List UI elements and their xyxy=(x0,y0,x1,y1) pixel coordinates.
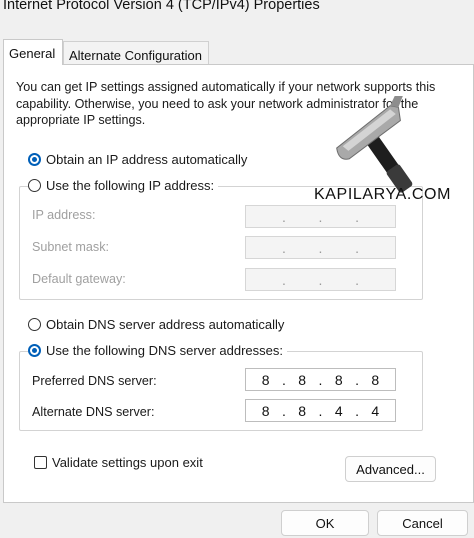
obtain-ip-auto-option[interactable]: Obtain an IP address automatically xyxy=(28,152,252,167)
default-gateway-field[interactable]: ... xyxy=(245,268,396,291)
subnet-mask-label: Subnet mask: xyxy=(32,240,110,254)
use-following-dns-option[interactable]: Use the following DNS server addresses: xyxy=(28,343,287,358)
use-following-dns-radio[interactable] xyxy=(28,344,41,357)
validate-settings-label: Validate settings upon exit xyxy=(52,455,203,470)
default-gateway-label: Default gateway: xyxy=(32,272,126,286)
validate-settings-checkbox[interactable] xyxy=(34,456,47,469)
obtain-ip-auto-radio[interactable] xyxy=(28,153,41,166)
tab-general[interactable]: General xyxy=(3,39,63,65)
ip-address-label: IP address: xyxy=(32,208,96,222)
use-following-ip-label: Use the following IP address: xyxy=(46,178,215,193)
alternate-dns-field[interactable]: 8. 8. 4. 4 xyxy=(245,399,396,422)
ip-address-field[interactable]: ... xyxy=(245,205,396,228)
hammer-icon xyxy=(336,96,413,193)
preferred-dns-label: Preferred DNS server: xyxy=(32,374,157,388)
tab-alternate-configuration[interactable]: Alternate Configuration xyxy=(63,41,209,65)
window-title: Internet Protocol Version 4 (TCP/IPv4) P… xyxy=(3,0,320,13)
advanced-button[interactable]: Advanced... xyxy=(345,456,436,482)
use-following-ip-option[interactable]: Use the following IP address: xyxy=(28,178,219,193)
subnet-mask-field[interactable]: ... xyxy=(245,236,396,259)
preferred-dns-field[interactable]: 8. 8. 8. 8 xyxy=(245,368,396,391)
obtain-dns-auto-label: Obtain DNS server address automatically xyxy=(46,317,285,332)
ok-button[interactable]: OK xyxy=(281,510,369,536)
validate-settings-option[interactable]: Validate settings upon exit xyxy=(34,455,203,470)
obtain-dns-auto-option[interactable]: Obtain DNS server address automatically xyxy=(28,317,289,332)
cancel-button[interactable]: Cancel xyxy=(377,510,468,536)
obtain-dns-auto-radio[interactable] xyxy=(28,318,41,331)
use-following-ip-radio[interactable] xyxy=(28,179,41,192)
watermark-text: KAPILARYA.COM xyxy=(314,186,452,203)
obtain-ip-auto-label: Obtain an IP address automatically xyxy=(46,152,248,167)
use-following-dns-label: Use the following DNS server addresses: xyxy=(46,343,283,358)
alternate-dns-label: Alternate DNS server: xyxy=(32,405,155,419)
